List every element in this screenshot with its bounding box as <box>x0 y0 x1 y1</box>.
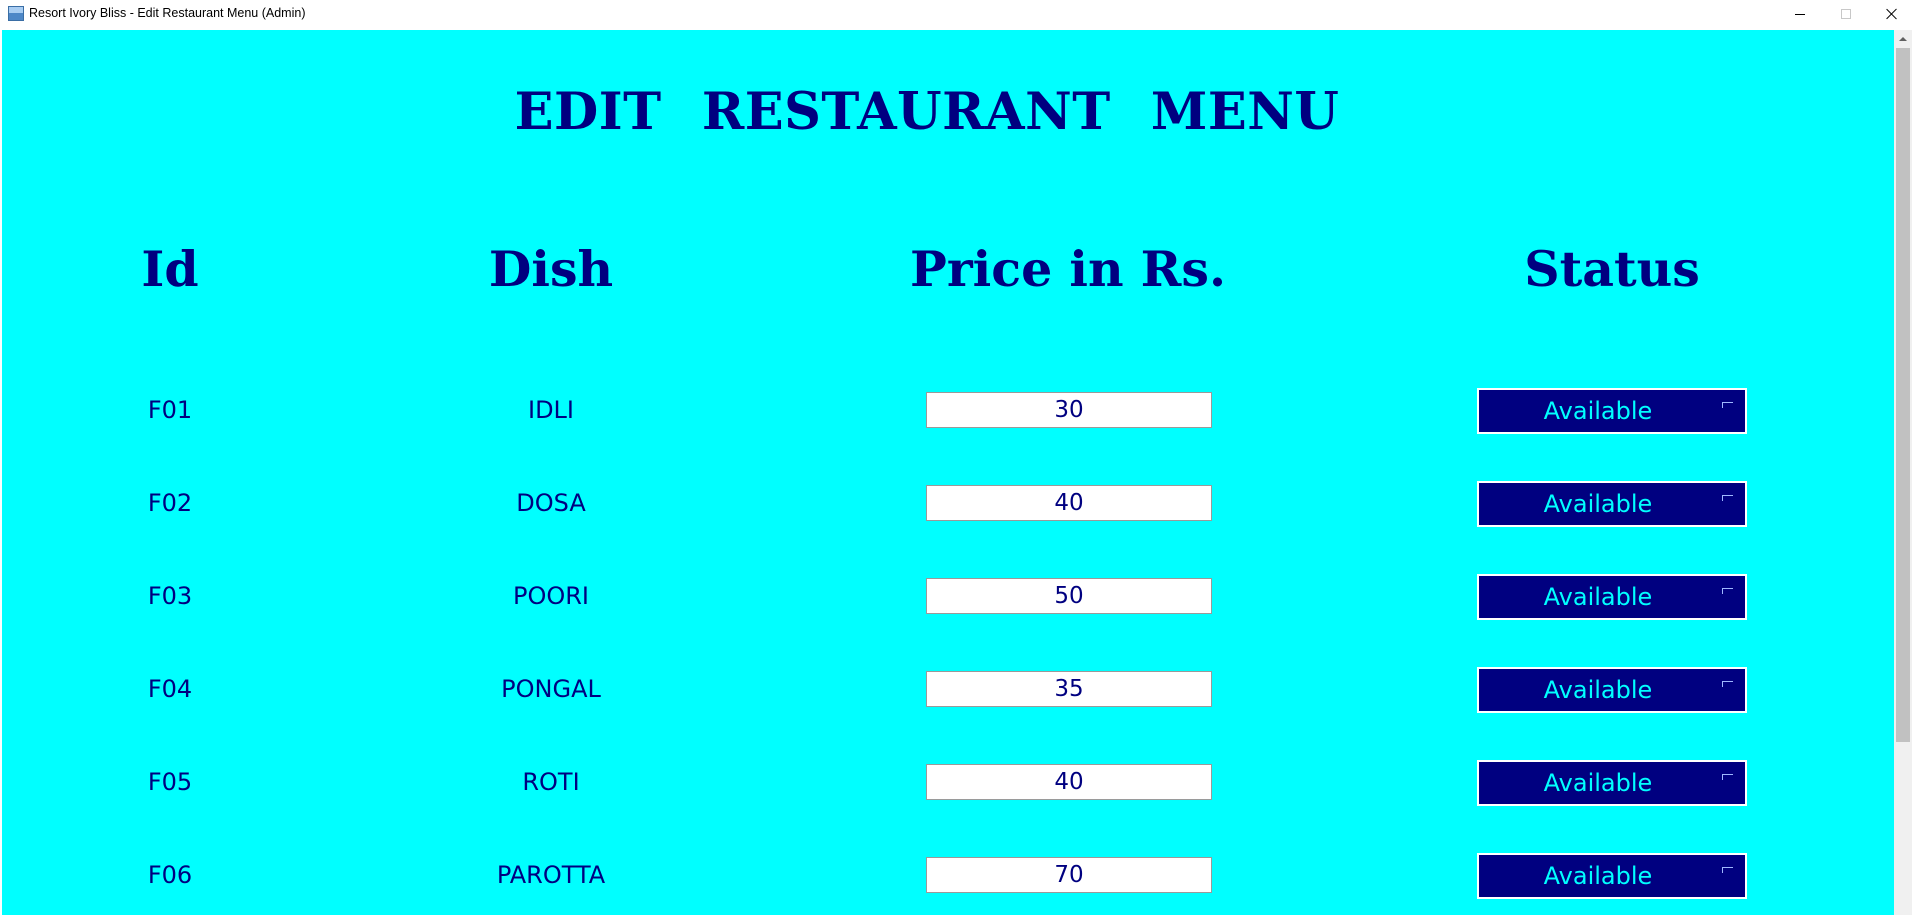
dish-id: F01 <box>147 396 193 424</box>
dish-name: PAROTTA <box>496 861 606 889</box>
price-input[interactable] <box>926 671 1212 707</box>
close-button[interactable] <box>1869 0 1912 28</box>
dropdown-arrow-icon <box>1722 402 1733 408</box>
window-title-bar: Resort Ivory Bliss - Edit Restaurant Men… <box>0 0 1912 30</box>
column-header-dish: Dish <box>488 240 614 298</box>
dish-name: PONGAL <box>501 675 601 703</box>
chevron-up-icon <box>1899 36 1907 41</box>
price-input[interactable] <box>926 857 1212 893</box>
dish-id: F05 <box>147 768 193 796</box>
window-title: Resort Ivory Bliss - Edit Restaurant Men… <box>29 6 306 20</box>
menu-row-f01: F01 IDLI Available <box>2 384 1894 434</box>
dish-id: F04 <box>147 675 193 703</box>
status-dropdown[interactable]: Available <box>1477 388 1747 434</box>
price-input[interactable] <box>926 392 1212 428</box>
scroll-up-button[interactable] <box>1894 30 1912 47</box>
status-dropdown[interactable]: Available <box>1477 481 1747 527</box>
status-value: Available <box>1543 397 1653 425</box>
status-dropdown[interactable]: Available <box>1477 667 1747 713</box>
page-title: EDIT RESTAURANT MENU <box>514 82 1340 142</box>
dish-name: IDLI <box>527 396 575 424</box>
column-header-price: Price in Rs. <box>909 240 1227 298</box>
minimize-icon <box>1795 13 1805 15</box>
maximize-icon <box>1841 9 1851 19</box>
dish-name: POORI <box>512 582 590 610</box>
dish-name: ROTI <box>522 768 580 796</box>
scrollbar-thumb[interactable] <box>1896 48 1910 742</box>
price-input[interactable] <box>926 485 1212 521</box>
menu-row-f03: F03 POORI Available <box>2 570 1894 620</box>
dropdown-arrow-icon <box>1722 588 1733 594</box>
column-header-id: Id <box>141 240 199 298</box>
status-dropdown[interactable]: Available <box>1477 760 1747 806</box>
menu-row-f04: F04 PONGAL Available <box>2 663 1894 713</box>
vertical-scrollbar[interactable] <box>1894 30 1912 915</box>
menu-row-f02: F02 DOSA Available <box>2 477 1894 527</box>
status-value: Available <box>1543 862 1653 890</box>
menu-editor-panel: EDIT RESTAURANT MENU Id Dish Price in Rs… <box>2 30 1894 915</box>
status-value: Available <box>1543 490 1653 518</box>
maximize-button[interactable] <box>1823 0 1869 28</box>
price-input[interactable] <box>926 764 1212 800</box>
price-input[interactable] <box>926 578 1212 614</box>
column-header-status: Status <box>1524 240 1700 298</box>
dropdown-arrow-icon <box>1722 681 1733 687</box>
dropdown-arrow-icon <box>1722 495 1733 501</box>
status-dropdown[interactable]: Available <box>1477 574 1747 620</box>
minimize-button[interactable] <box>1777 0 1823 28</box>
dropdown-arrow-icon <box>1722 774 1733 780</box>
dish-name: DOSA <box>516 489 586 517</box>
dish-id: F02 <box>147 489 193 517</box>
dropdown-arrow-icon <box>1722 867 1733 873</box>
app-window-icon <box>8 6 24 21</box>
status-value: Available <box>1543 769 1653 797</box>
menu-row-f05: F05 ROTI Available <box>2 756 1894 806</box>
dish-id: F03 <box>147 582 193 610</box>
status-value: Available <box>1543 583 1653 611</box>
close-icon <box>1886 8 1898 20</box>
menu-row-f06: F06 PAROTTA Available <box>2 849 1894 899</box>
status-value: Available <box>1543 676 1653 704</box>
status-dropdown[interactable]: Available <box>1477 853 1747 899</box>
dish-id: F06 <box>147 861 193 889</box>
